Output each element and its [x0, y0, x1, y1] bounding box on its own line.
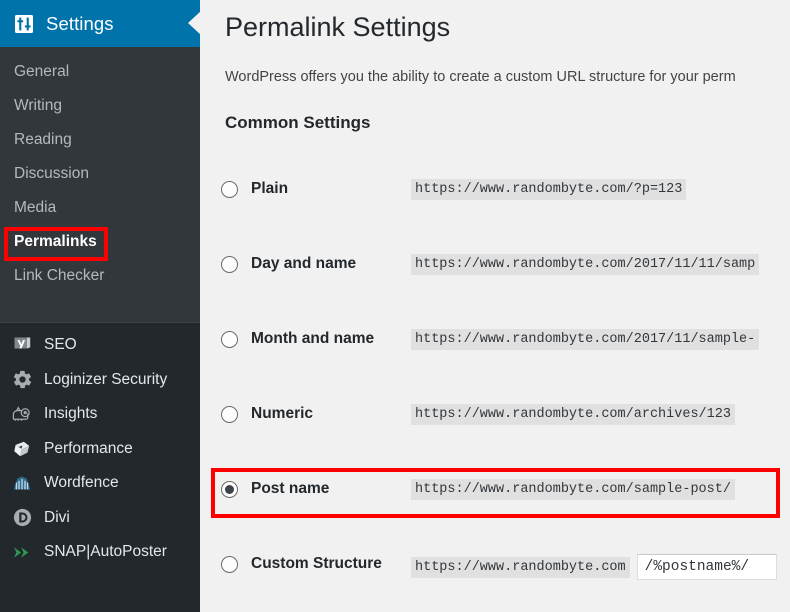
option-label-month-and-name: Month and name [251, 330, 375, 347]
option-example-custom-structure: https://www.randombyte.com [411, 556, 630, 578]
sidebar-item-seo-label: SEO [44, 336, 77, 354]
radio-day-and-name[interactable] [221, 255, 238, 273]
option-row-day-and-name[interactable]: Day and name https://www.randombyte.com/… [200, 243, 790, 318]
radio-post-name[interactable] [221, 480, 238, 498]
option-label-custom-structure: Custom Structure [251, 555, 382, 572]
permalink-settings-screen: Settings General Writing Reading Discuss… [0, 0, 790, 612]
intro-description: WordPress offers you the ability to crea… [225, 69, 736, 85]
sidebar-item-permalinks[interactable]: Permalinks [0, 225, 200, 259]
settings-sliders-icon [13, 13, 35, 35]
option-row-custom-structure[interactable]: Custom Structure https://www.randombyte.… [200, 543, 790, 612]
wordfence-icon [9, 472, 35, 494]
sidebar-header-notch [188, 11, 200, 35]
sidebar-menu-header-settings[interactable]: Settings [0, 0, 200, 47]
option-example-month-and-name: https://www.randombyte.com/2017/11/sampl… [411, 329, 760, 350]
yoast-seo-icon [9, 334, 35, 356]
option-example-numeric: https://www.randombyte.com/archives/123 [411, 404, 735, 425]
radio-custom-structure[interactable] [221, 555, 238, 573]
sidebar-item-reading[interactable]: Reading [0, 123, 200, 157]
sidebar-item-divi-label: Divi [44, 508, 70, 526]
sidebar-divider [0, 302, 200, 323]
sidebar-item-discussion[interactable]: Discussion [0, 157, 200, 191]
sidebar-item-wordfence-label: Wordfence [44, 474, 119, 492]
option-row-post-name[interactable]: Post name https://www.randombyte.com/sam… [200, 468, 790, 543]
sidebar-item-loginizer-security[interactable]: Loginizer Security [0, 363, 200, 398]
double-chevron-icon [9, 541, 35, 563]
option-example-plain: https://www.randombyte.com/?p=123 [411, 179, 687, 200]
option-label-post-name: Post name [251, 480, 330, 497]
section-title-common-settings: Common Settings [225, 113, 371, 132]
insights-analytics-icon [9, 403, 35, 425]
radio-month-and-name[interactable] [221, 330, 238, 348]
sidebar-item-performance-label: Performance [44, 439, 133, 457]
sidebar-item-performance[interactable]: Performance [0, 432, 200, 467]
option-row-numeric[interactable]: Numeric https://www.randombyte.com/archi… [200, 393, 790, 468]
gear-icon [9, 369, 35, 391]
sidebar-menu-header-label: Settings [46, 12, 114, 34]
admin-sidebar: Settings General Writing Reading Discuss… [0, 0, 200, 612]
sidebar-item-media[interactable]: Media [0, 191, 200, 225]
sidebar-item-general[interactable]: General [0, 55, 200, 89]
permalink-options-list: Plain https://www.randombyte.com/?p=123 … [200, 168, 790, 612]
sidebar-item-snap-autoposter[interactable]: SNAP|AutoPoster [0, 535, 200, 570]
sidebar-item-loginizer-security-label: Loginizer Security [44, 370, 168, 388]
plugin-menu-list: SEO Loginizer Security Insights Performa… [0, 323, 200, 570]
sidebar-item-writing[interactable]: Writing [0, 89, 200, 123]
sidebar-item-wordfence[interactable]: Wordfence [0, 466, 200, 501]
settings-submenu: General Writing Reading Discussion Media… [0, 47, 200, 302]
option-label-day-and-name: Day and name [251, 255, 357, 272]
option-label-plain: Plain [251, 180, 289, 197]
custom-structure-input[interactable] [636, 554, 777, 580]
option-label-numeric: Numeric [251, 405, 314, 422]
sidebar-item-snap-autoposter-label: SNAP|AutoPoster [44, 543, 167, 561]
sidebar-item-insights[interactable]: Insights [0, 397, 200, 432]
sidebar-item-divi[interactable]: Divi [0, 501, 200, 536]
option-example-post-name: https://www.randombyte.com/sample-post/ [411, 479, 735, 500]
sidebar-item-insights-label: Insights [44, 405, 98, 423]
page-title: Permalink Settings [225, 12, 451, 42]
radio-plain[interactable] [221, 180, 238, 198]
option-row-month-and-name[interactable]: Month and name https://www.randombyte.co… [200, 318, 790, 393]
main-content: Permalink Settings WordPress offers you … [200, 0, 790, 612]
sidebar-item-seo[interactable]: SEO [0, 328, 200, 363]
option-row-plain[interactable]: Plain https://www.randombyte.com/?p=123 [200, 168, 790, 243]
sidebar-item-link-checker[interactable]: Link Checker [0, 259, 200, 293]
performance-cube-icon [9, 438, 35, 460]
divi-circle-d-icon [9, 507, 35, 529]
option-example-day-and-name: https://www.randombyte.com/2017/11/11/sa… [411, 254, 760, 275]
radio-numeric[interactable] [221, 405, 238, 423]
